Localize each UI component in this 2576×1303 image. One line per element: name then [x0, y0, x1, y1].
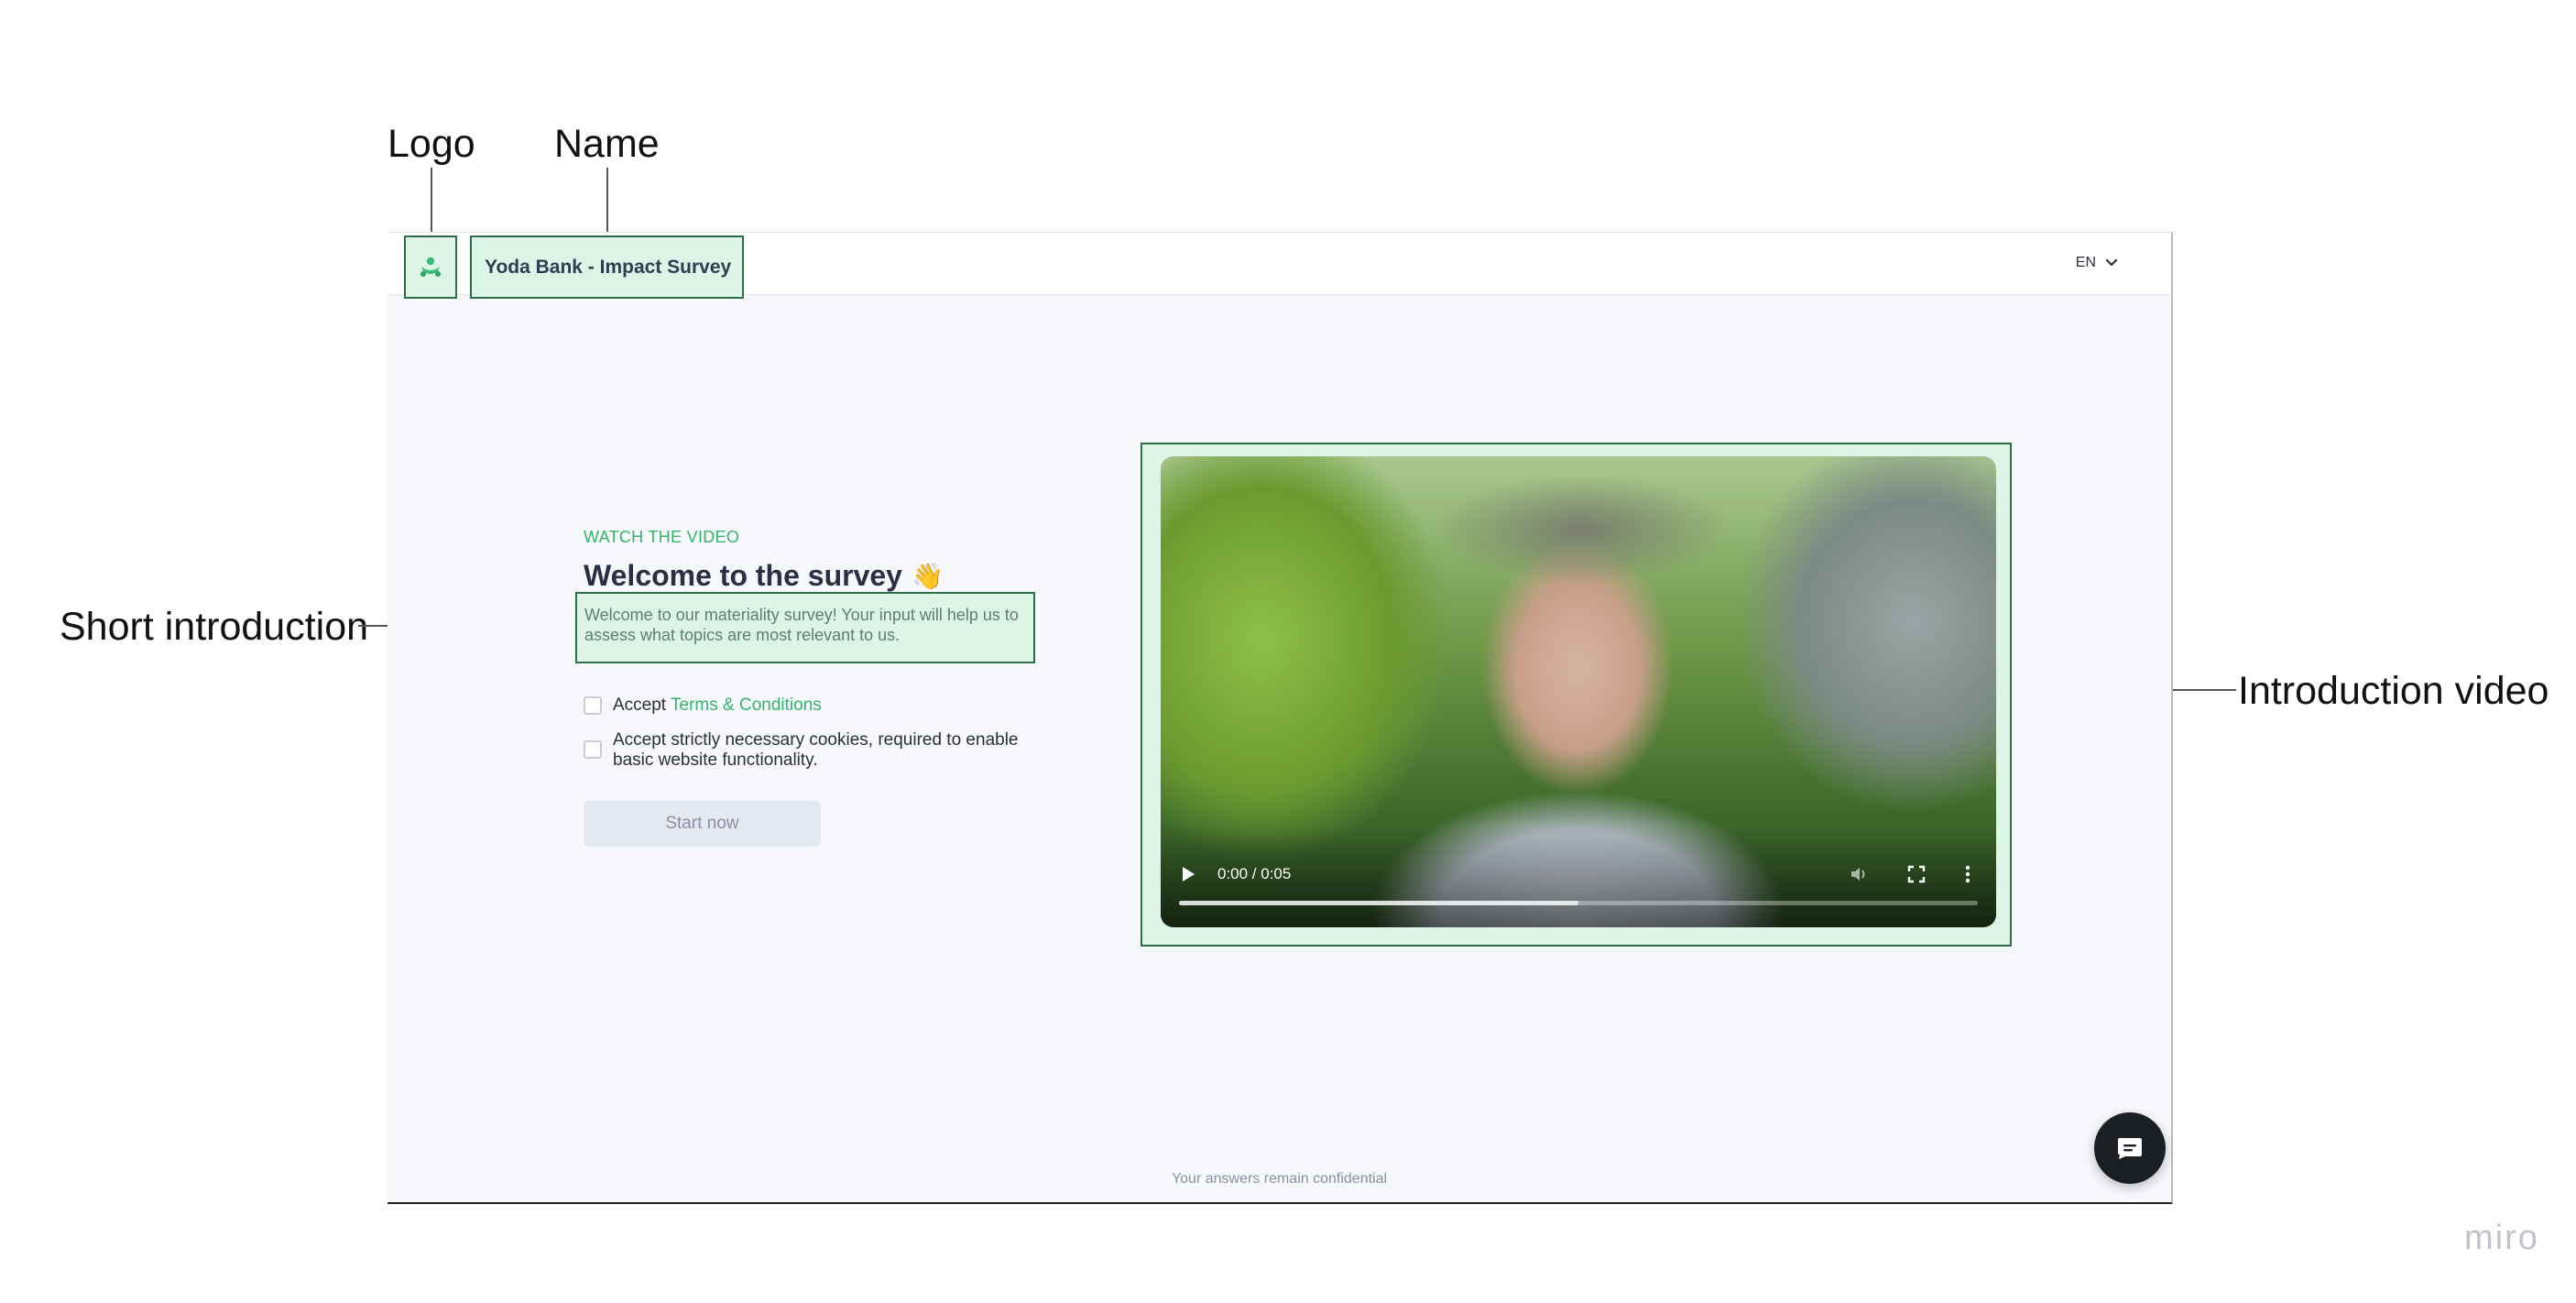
top-bar: Yoda Bank - Impact Survey EN: [387, 233, 2171, 299]
page-title-text: Welcome to the survey: [584, 559, 902, 592]
survey-name: Yoda Bank - Impact Survey: [485, 256, 732, 278]
short-introduction-box: Welcome to our materiality survey! Your …: [575, 592, 1035, 663]
annotation-intro-video-label: Introduction video: [2238, 669, 2549, 713]
video-buffered-fill: [1179, 901, 1578, 905]
logo[interactable]: [404, 235, 457, 299]
cookies-checkbox[interactable]: [584, 740, 602, 759]
survey-name-box: Yoda Bank - Impact Survey: [470, 235, 744, 299]
terms-consent-label: Accept Terms & Conditions: [613, 695, 822, 716]
short-introduction-text: Welcome to our materiality survey! Your …: [584, 606, 1019, 644]
video-progress-bar[interactable]: [1179, 901, 1978, 905]
terms-conditions-link[interactable]: Terms & Conditions: [671, 695, 822, 715]
annotation-name-line: [606, 168, 608, 235]
terms-prefix: Accept: [613, 695, 667, 715]
miro-watermark: miro: [2464, 1219, 2539, 1257]
annotation-logo-label: Logo: [387, 122, 475, 166]
survey-page-frame: Yoda Bank - Impact Survey EN WATCH THE V…: [387, 232, 2173, 1204]
language-label: EN: [2075, 255, 2096, 270]
page-title: Welcome to the survey 👋: [584, 559, 944, 593]
mute-button[interactable]: [1850, 863, 1870, 885]
confidentiality-note: Your answers remain confidential: [1171, 1171, 1388, 1187]
fullscreen-button[interactable]: [1907, 863, 1926, 885]
chat-button[interactable]: [2094, 1112, 2166, 1184]
terms-consent-row: Accept Terms & Conditions: [584, 695, 822, 716]
chat-bubble-icon: [2118, 1138, 2142, 1159]
play-icon: [1183, 867, 1195, 881]
language-selector[interactable]: EN: [2076, 255, 2118, 271]
annotation-name-label: Name: [554, 122, 660, 166]
cookies-consent-label: Accept strictly necessary cookies, requi…: [613, 730, 1019, 770]
volume-icon: [1851, 868, 1865, 881]
annotation-short-intro-label: Short introduction: [60, 605, 369, 649]
video-hair-shading: [1435, 475, 1729, 585]
terms-checkbox[interactable]: [584, 696, 602, 715]
annotation-logo-line: [431, 168, 432, 235]
fullscreen-icon: [1907, 865, 1926, 883]
video-time: 0:00 / 0:05: [1217, 865, 1292, 882]
green-people-logo-icon: [420, 257, 441, 277]
more-options-button[interactable]: [1965, 863, 1970, 885]
introduction-video-box: 0:00 / 0:05: [1141, 443, 2012, 947]
waving-hand-icon: 👋: [911, 562, 944, 590]
start-now-button[interactable]: Start now: [584, 801, 821, 847]
video-time-display: 0:00 / 0:05: [1217, 863, 1291, 885]
play-button[interactable]: [1181, 863, 1195, 885]
chevron-down-icon: [2105, 258, 2118, 267]
watch-video-eyebrow: WATCH THE VIDEO: [584, 528, 740, 546]
introduction-video[interactable]: 0:00 / 0:05: [1161, 456, 1996, 927]
more-vertical-icon: [1965, 865, 1970, 883]
cookies-consent-row: Accept strictly necessary cookies, requi…: [584, 730, 1042, 771]
